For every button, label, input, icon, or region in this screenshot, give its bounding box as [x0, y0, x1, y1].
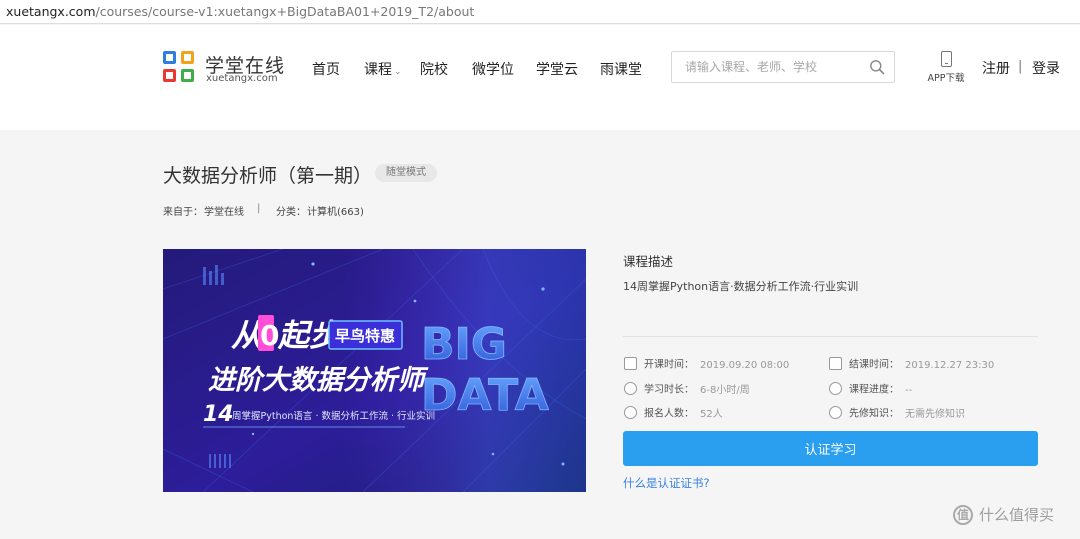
nav-courses-label: 课程 [364, 62, 392, 78]
site-logo[interactable]: 学堂在线 xuetangx.com [163, 51, 288, 87]
search-icon[interactable] [869, 59, 885, 75]
book-icon [829, 406, 842, 419]
logo-square-orange [181, 51, 194, 64]
duration-label: 学习时长： [644, 384, 694, 396]
banner-big: BIG [421, 319, 507, 370]
logo-domain: xuetangx.com [206, 73, 278, 84]
source-label: 来自于： [163, 207, 203, 218]
nav-schools[interactable]: 院校 [420, 59, 448, 79]
banner-zero: 0 [260, 319, 279, 352]
mode-badge: 随堂模式 [375, 164, 437, 182]
banner-data: DATA [421, 370, 549, 421]
divider [623, 336, 1038, 337]
info-prerequisites: 先修知识： 无需先修知识 [829, 406, 965, 421]
progress-label: 课程进度： [849, 384, 899, 396]
course-cover-image: 从 0 起步 早鸟特惠 进阶大数据分析师 14 周掌握Python语言 · 数据… [163, 249, 586, 492]
chevron-down-icon: ⌄ [394, 67, 402, 77]
progress-value: -- [905, 384, 913, 396]
nav-rain-classroom[interactable]: 雨课堂 [600, 59, 642, 79]
end-label: 结课时间： [849, 359, 899, 371]
nav-courses[interactable]: 课程 ⌄ [364, 59, 402, 79]
nav-xuetangyun[interactable]: 学堂云 [536, 59, 578, 79]
course-title: 大数据分析师（第一期） [163, 165, 373, 187]
description-heading: 课程描述 [623, 254, 674, 269]
nav-microdegree[interactable]: 微学位 [472, 59, 514, 79]
info-duration: 学习时长： 6-8小时/周 [624, 382, 750, 397]
enrolled-label: 报名人数： [644, 408, 694, 420]
address-bar[interactable]: xuetangx.com/courses/course-v1:xuetangx+… [0, 0, 1080, 24]
source-link[interactable]: 学堂在线 [204, 203, 244, 218]
meta-divider: | [257, 203, 261, 214]
app-download-label: APP下载 [927, 73, 965, 84]
app-download[interactable]: APP下载 [925, 51, 967, 84]
user-icon [624, 406, 637, 419]
category-label: 分类： [276, 207, 306, 218]
cover-artwork: 从 0 起步 早鸟特惠 进阶大数据分析师 14 周掌握Python语言 · 数据… [163, 249, 586, 492]
url-host: xuetangx.com [6, 4, 96, 19]
watermark-text: 什么值得买 [979, 506, 1055, 524]
calendar-icon [624, 357, 637, 370]
logo-square-blue [163, 51, 176, 64]
banner-weeks: 14 [203, 402, 234, 427]
end-value: 2019.12.27 23:30 [905, 359, 995, 371]
nav-home[interactable]: 首页 [312, 59, 340, 79]
category-link[interactable]: 计算机(663) [307, 203, 364, 218]
info-start-time: 开课时间： 2019.09.20 08:00 [624, 357, 790, 372]
banner-line2: 进阶大数据分析师 [208, 365, 429, 396]
logo-square-green [181, 69, 194, 82]
banner-line1-a: 从 [231, 318, 262, 354]
certificate-info-link[interactable]: 什么是认证证书? [623, 475, 710, 491]
prereq-label: 先修知识： [849, 408, 899, 420]
info-enrolled: 报名人数： 52人 [624, 406, 723, 421]
description-text: 14周掌握Python语言·数据分析工作流·行业实训 [623, 280, 859, 293]
mobile-phone-icon [940, 51, 952, 67]
early-bird-text: 早鸟特惠 [335, 327, 395, 345]
prereq-value: 无需先修知识 [905, 408, 965, 420]
register-link[interactable]: 注册 [982, 58, 1010, 78]
search-input[interactable] [685, 52, 865, 82]
calendar-icon [829, 357, 842, 370]
login-link[interactable]: 登录 [1032, 58, 1060, 78]
start-value: 2019.09.20 08:00 [700, 359, 790, 371]
banner-subtitle: 周掌握Python语言 · 数据分析工作流 · 行业实训 [232, 410, 435, 422]
certified-learning-button[interactable]: 认证学习 [623, 431, 1038, 466]
list-icon [829, 382, 842, 395]
search-box [671, 51, 895, 83]
url-path: /courses/course-v1:xuetangx+BigDataBA01+… [95, 4, 475, 19]
info-progress: 课程进度： -- [829, 382, 913, 397]
start-label: 开课时间： [644, 359, 694, 371]
auth-separator: | [1018, 59, 1023, 74]
logo-square-red [163, 69, 176, 82]
watermark: 值什么值得买 [953, 504, 1080, 530]
duration-value: 6-8小时/周 [700, 384, 750, 396]
watermark-logo-icon: 值 [953, 504, 973, 525]
info-end-time: 结课时间： 2019.12.27 23:30 [829, 357, 995, 372]
clock-icon [624, 382, 637, 395]
site-header: 学堂在线 xuetangx.com 首页 课程 ⌄ 院校 微学位 学堂云 雨课堂 … [0, 25, 1080, 130]
enrolled-value: 52人 [700, 408, 723, 420]
